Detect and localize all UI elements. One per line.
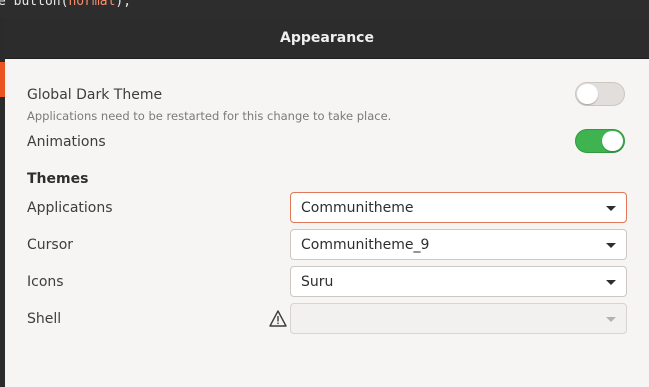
code-param: normal <box>68 0 116 9</box>
chevron-down-icon <box>606 280 616 285</box>
chevron-down-icon <box>606 243 616 248</box>
applications-theme-dropdown[interactable]: Communitheme <box>290 192 627 223</box>
icons-theme-dropdown[interactable]: Suru <box>290 266 627 297</box>
chevron-down-icon <box>606 317 616 322</box>
animations-switch[interactable] <box>575 129 625 153</box>
cursor-label: Cursor <box>27 237 74 253</box>
shell-label: Shell <box>27 311 62 327</box>
dialog-titlebar: Appearance <box>5 18 649 59</box>
animations-label: Animations <box>27 134 106 150</box>
shell-theme-dropdown[interactable] <box>290 303 627 334</box>
dropdown-value: Communitheme <box>301 200 414 216</box>
global-dark-theme-switch[interactable] <box>575 82 625 106</box>
dialog-title: Appearance <box>280 30 374 46</box>
cursor-theme-dropdown[interactable]: Communitheme_9 <box>290 229 627 260</box>
chevron-down-icon <box>606 206 616 211</box>
code-line: e button(normal); <box>0 0 131 8</box>
code-prefix: e button( <box>0 0 69 9</box>
appearance-dialog: Appearance Global Dark Theme Application… <box>5 18 649 387</box>
switch-knob <box>577 84 598 104</box>
applications-label: Applications <box>27 200 113 216</box>
dropdown-value: Communitheme_9 <box>301 237 430 253</box>
restart-note: Applications need to be restarted for th… <box>27 109 392 123</box>
switch-knob <box>602 131 623 151</box>
icons-label: Icons <box>27 274 64 290</box>
background-code-editor: e button(normal); <box>0 0 649 18</box>
global-dark-theme-label: Global Dark Theme <box>27 87 163 103</box>
dropdown-value: Suru <box>301 274 334 290</box>
themes-heading: Themes <box>27 171 89 187</box>
code-suffix: ); <box>115 0 132 9</box>
warning-icon[interactable] <box>269 310 287 327</box>
